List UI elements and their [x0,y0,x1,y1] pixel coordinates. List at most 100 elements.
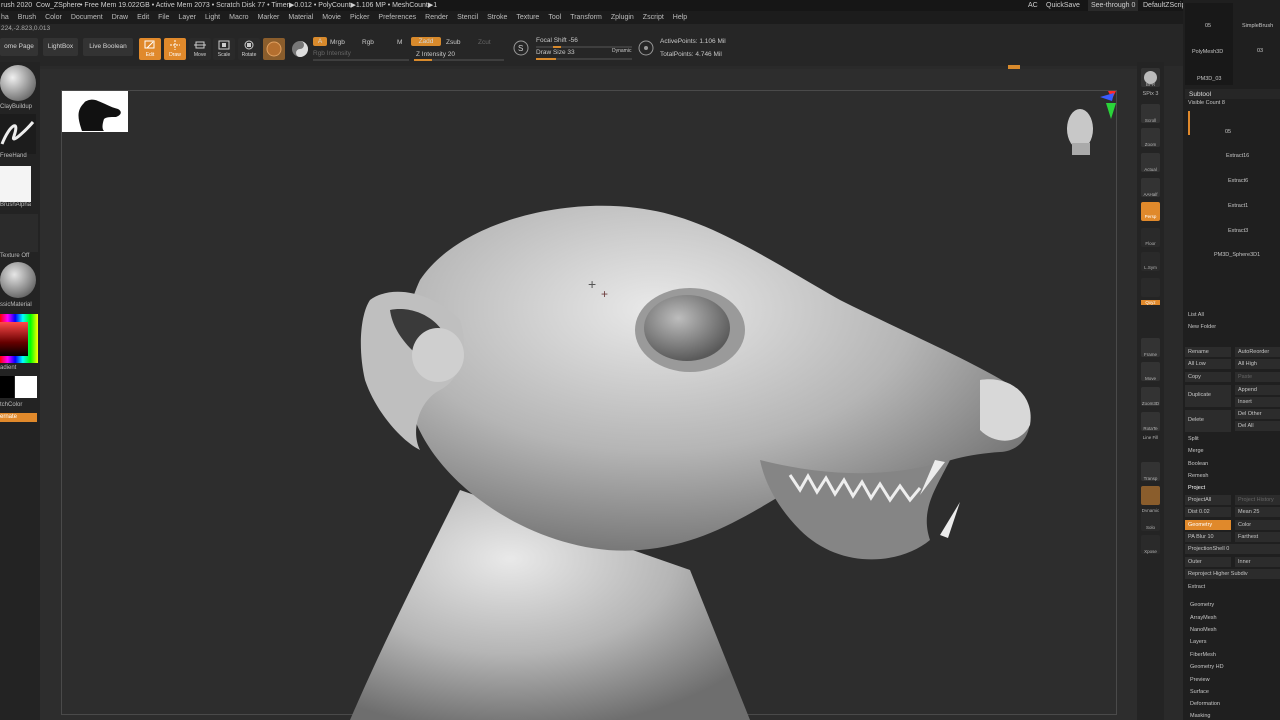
material-swatch-button[interactable] [263,38,285,60]
del-all-button[interactable]: Del All [1235,421,1280,431]
subtool-item-extract6[interactable]: Extract6 [1228,178,1248,184]
section-layers[interactable]: Layers [1190,639,1207,645]
sculpt-model[interactable]: + + [320,190,1050,720]
lock-button[interactable] [1141,278,1160,297]
scale-button[interactable]: Scale [213,38,235,60]
simplebrush-label[interactable]: SimpleBrush [1242,23,1273,29]
projection-shell-slider[interactable]: ProjectionShell 0 [1185,544,1280,554]
merge-section[interactable]: Merge [1188,448,1204,454]
ac-label[interactable]: AC [1028,0,1038,11]
sculptris-button[interactable]: S [512,39,530,57]
menu-brush[interactable]: Brush [18,11,36,24]
mean-slider[interactable]: Mean 25 [1235,507,1280,517]
persp-button[interactable] [637,39,655,57]
subtool-item-pm3d-sphere[interactable]: PM3D_Sphere3D1 [1214,252,1260,258]
section-geometry[interactable]: Geometry [1190,602,1214,608]
menu-zscript[interactable]: Zscript [643,11,664,24]
section-fibermesh[interactable]: FiberMesh [1190,652,1216,658]
section-surface[interactable]: Surface [1190,689,1209,695]
menu-tool[interactable]: Tool [548,11,561,24]
zadd-toggle[interactable]: Zadd [411,37,441,46]
gyro-button[interactable] [289,38,311,60]
alternate-button[interactable]: ernate [0,413,37,422]
brush-thumbnail[interactable] [0,65,36,101]
inner-toggle[interactable]: Inner [1235,557,1280,567]
extract-section[interactable]: Extract [1188,584,1205,590]
menu-layer[interactable]: Layer [178,11,196,24]
menu-render[interactable]: Render [425,11,448,24]
rgb-toggle[interactable]: Rgb [362,39,374,46]
color-picker[interactable] [0,314,38,363]
see-through-slider[interactable]: See-through 0 [1088,0,1139,11]
rotate-button[interactable]: Rotate [238,38,260,60]
split-section[interactable]: Split [1188,436,1199,442]
outer-toggle[interactable]: Outer [1185,557,1231,567]
dynamic-toggle[interactable]: Dynamic [612,48,631,54]
menu-document[interactable]: Document [71,11,103,24]
dynamic-button[interactable] [1141,486,1160,505]
section-deformation[interactable]: Deformation [1190,701,1220,707]
all-low-button[interactable]: All Low [1185,359,1231,369]
menu-material[interactable]: Material [288,11,313,24]
mrgb-toggle[interactable]: Mrgb [330,39,345,46]
color-square[interactable] [0,322,28,356]
alpha-thumbnail[interactable] [0,166,31,202]
new-folder-button[interactable]: New Folder [1188,324,1216,330]
menu-help[interactable]: Help [673,11,687,24]
remesh-section[interactable]: Remesh [1188,473,1208,479]
farthest-toggle[interactable]: Farthest [1235,532,1280,542]
menu-ha[interactable]: ha [1,11,9,24]
menu-color[interactable]: Color [45,11,62,24]
main-color-swatch[interactable] [0,376,14,398]
line-fill-label[interactable]: Line Fill [1137,435,1164,440]
section-arraymesh[interactable]: ArrayMesh [1190,615,1217,621]
tool-thumbnails[interactable]: 05 PolyMesh3D PM3D_03 [1185,3,1233,85]
menu-marker[interactable]: Marker [258,11,280,24]
texture-thumbnail[interactable] [0,214,38,252]
menu-movie[interactable]: Movie [322,11,341,24]
menu-preferences[interactable]: Preferences [378,11,416,24]
stroke-thumbnail[interactable] [0,114,36,154]
draw-button[interactable]: Draw [164,38,186,60]
lightbox-button[interactable]: LightBox [43,38,78,56]
geometry-toggle[interactable]: Geometry [1185,520,1231,530]
menu-stroke[interactable]: Stroke [487,11,507,24]
delete-button[interactable]: Delete [1185,410,1231,432]
del-other-button[interactable]: Del Other [1235,409,1280,419]
project-all-button[interactable]: ProjectAll [1185,495,1231,505]
switch-color-label[interactable]: tchColor [0,402,22,408]
append-button[interactable]: Append [1235,385,1280,395]
boolean-section[interactable]: Boolean [1188,461,1208,467]
menu-stencil[interactable]: Stencil [457,11,478,24]
section-geometry-hd[interactable]: Geometry HD [1190,664,1224,670]
menu-edit[interactable]: Edit [137,11,149,24]
list-all-button[interactable]: List All [1188,312,1204,318]
pa-blur-slider[interactable]: PA Blur 10 [1185,532,1231,542]
menu-macro[interactable]: Macro [229,11,248,24]
rename-button[interactable]: Rename [1185,347,1231,357]
section-masking[interactable]: Masking [1190,713,1210,719]
default-zscript-button[interactable]: DefaultZScript [1143,0,1187,11]
paste-button[interactable]: Paste [1235,372,1280,382]
menu-zplugin[interactable]: Zplugin [611,11,634,24]
autoreorder-button[interactable]: AutoReorder [1235,347,1280,357]
dist-slider[interactable]: Dist 0.02 [1185,507,1231,517]
home-page-button[interactable]: ome Page [0,38,38,56]
rgb-intensity-slider[interactable] [313,59,409,61]
menu-file[interactable]: File [158,11,169,24]
navigation-gizmo[interactable] [1058,91,1122,157]
menu-light[interactable]: Light [205,11,220,24]
edit-button[interactable]: Edit [139,38,161,60]
copy-button[interactable]: Copy [1185,372,1231,382]
color-toggle[interactable]: Color [1235,520,1280,530]
menu-transform[interactable]: Transform [570,11,602,24]
a-toggle[interactable]: A [313,37,327,46]
subtool-header[interactable]: Subtool [1185,89,1280,99]
live-boolean-button[interactable]: Live Boolean [83,38,133,56]
menu-picker[interactable]: Picker [350,11,369,24]
project-section[interactable]: Project [1188,485,1205,491]
subtool-item-05[interactable]: 05 [1225,129,1231,135]
secondary-color-swatch[interactable] [15,376,37,398]
tool-03-label[interactable]: 03 [1257,48,1263,54]
qxyz-toggle[interactable]: Qxyz [1141,300,1160,305]
